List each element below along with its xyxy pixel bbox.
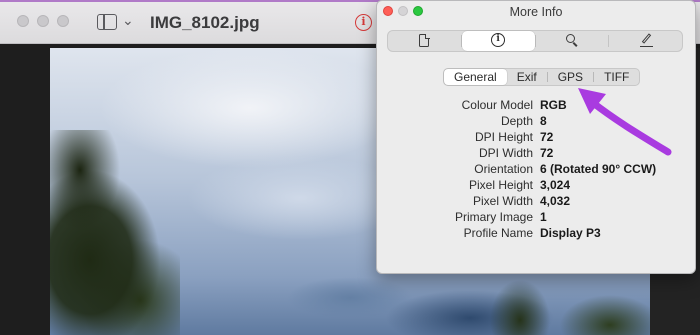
- pencil-icon: [639, 33, 653, 48]
- window-title: IMG_8102.jpg: [150, 13, 260, 32]
- metadata-value: 8: [540, 114, 547, 128]
- metadata-label: DPI Height: [474, 130, 533, 144]
- metadata-value: 3,024: [540, 178, 571, 192]
- metadata-label: Orientation: [474, 162, 533, 176]
- tab-general[interactable]: General: [444, 69, 507, 85]
- chevron-down-icon[interactable]: ⌄: [122, 12, 134, 29]
- tab-more-info[interactable]: i: [461, 31, 535, 51]
- tab-exif[interactable]: Exif: [507, 69, 547, 85]
- info-icon: i: [491, 33, 506, 47]
- document-icon: [419, 33, 430, 47]
- window-close-button[interactable]: [17, 15, 29, 27]
- metadata-value: 72: [540, 130, 554, 144]
- info-icon[interactable]: i: [355, 14, 372, 31]
- tab-keywords[interactable]: [536, 31, 609, 51]
- metadata-label: Primary Image: [454, 210, 533, 224]
- tab-annotations[interactable]: [609, 31, 682, 51]
- photo-trees-left: [50, 130, 180, 335]
- search-icon: [565, 34, 575, 43]
- metadata-value: 72: [540, 146, 554, 160]
- metadata-row: Pixel Height 3,024: [377, 177, 695, 193]
- tab-general-info[interactable]: [388, 31, 461, 51]
- metadata-row: Pixel Width 4,032: [377, 193, 695, 209]
- metadata-row: Primary Image 1: [377, 209, 695, 225]
- inspector-icon-tabs: i: [387, 30, 683, 52]
- photo-trees-right: [480, 270, 650, 335]
- metadata-value: Display P3: [540, 226, 601, 240]
- metadata-value: 4,032: [540, 194, 571, 208]
- metadata-label: DPI Width: [478, 146, 533, 160]
- panel-title: More Info: [509, 5, 563, 19]
- metadata-row: Profile Name Display P3: [377, 225, 695, 241]
- annotation-arrow-icon: [578, 88, 672, 156]
- sidebar-toggle-icon[interactable]: [97, 14, 117, 30]
- window-zoom-button[interactable]: [57, 15, 69, 27]
- metadata-label: Depth: [500, 114, 533, 128]
- metadata-label: Profile Name: [463, 226, 533, 240]
- metadata-value: 1: [540, 210, 547, 224]
- metadata-label: Pixel Width: [472, 194, 533, 208]
- window-minimize-button[interactable]: [37, 15, 49, 27]
- metadata-label: Pixel Height: [468, 178, 533, 192]
- metadata-label: Colour Model: [461, 98, 533, 112]
